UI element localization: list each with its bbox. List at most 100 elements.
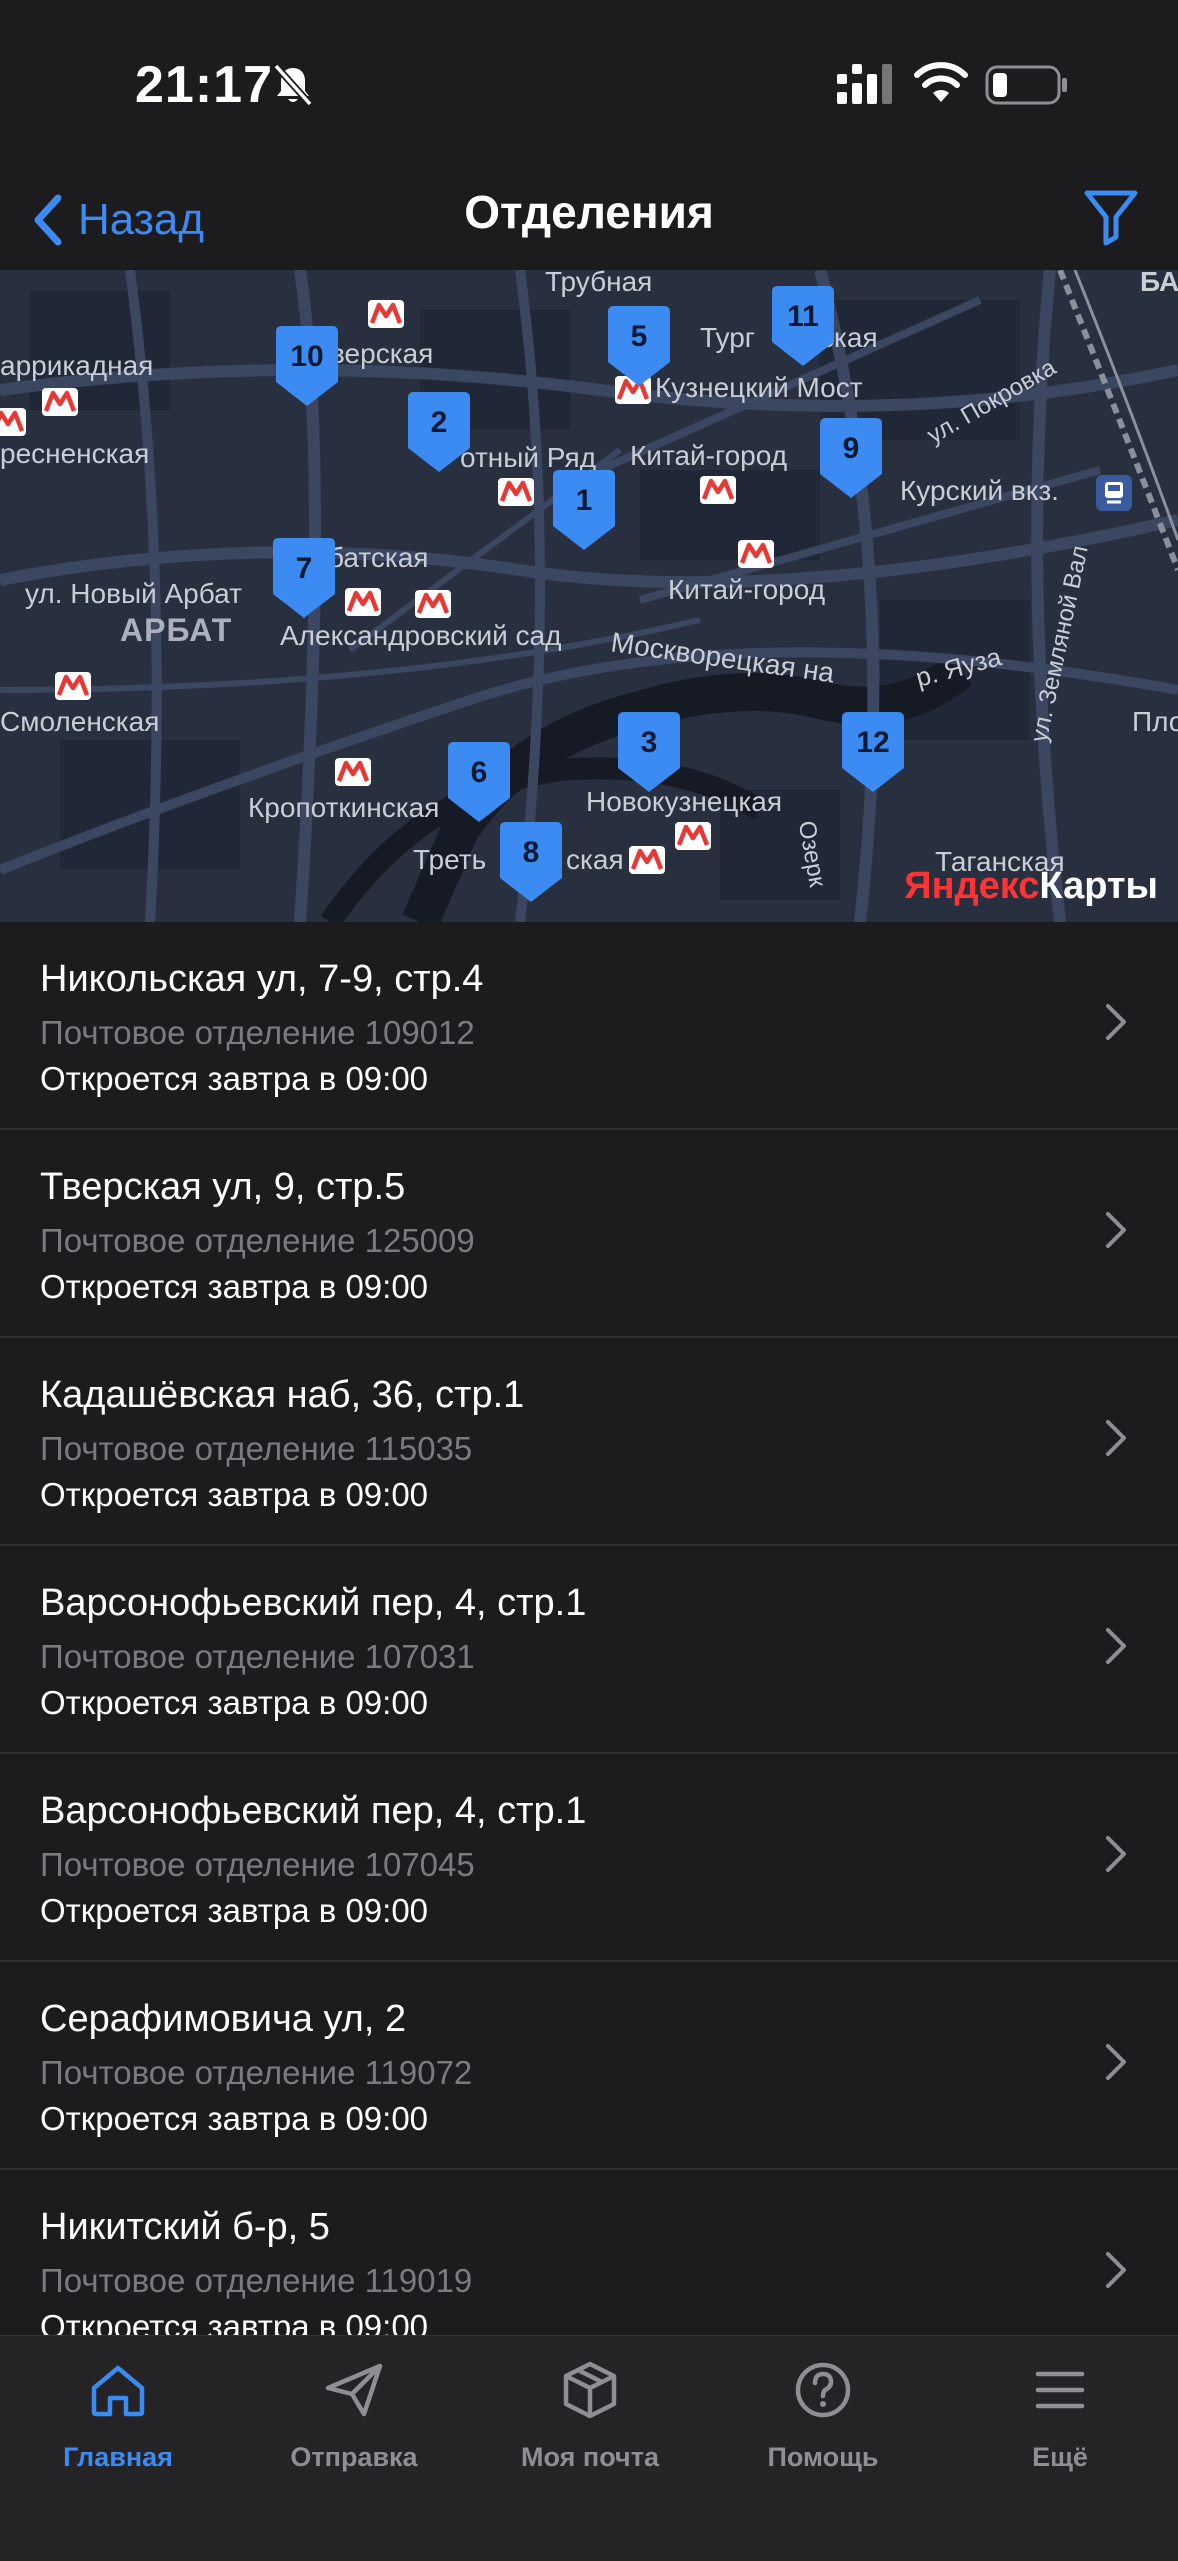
metro-icon: [700, 476, 736, 504]
office-number: Почтовое отделение 119072: [40, 2054, 473, 2091]
chevron-right-icon: [1106, 1836, 1126, 1872]
metro-icon: [368, 300, 404, 328]
office-address: Варсонофьевский пер, 4, стр.1: [40, 1582, 587, 1624]
tab-send[interactable]: Отправка: [236, 2358, 472, 2473]
tab-my-mail[interactable]: Моя почта: [472, 2358, 708, 2473]
office-pin[interactable]: 2: [408, 392, 470, 472]
tab-bar: Главная Отправка Моя почта Помощь Ещё: [0, 2335, 1178, 2561]
office-address: Никитский б-р, 5: [40, 2206, 330, 2248]
metro-icon: [42, 388, 78, 416]
office-pin[interactable]: 10: [276, 326, 338, 406]
office-pin[interactable]: 1: [553, 470, 615, 550]
list-item[interactable]: Варсонофьевский пер, 4, стр.1 Почтовое о…: [0, 1754, 1178, 1962]
tab-label: Главная: [63, 2442, 173, 2472]
list-item[interactable]: Серафимовича ул, 2 Почтовое отделение 11…: [0, 1962, 1178, 2170]
wifi-icon: [914, 62, 968, 102]
list-item[interactable]: Никитский б-р, 5 Почтовое отделение 1190…: [0, 2170, 1178, 2335]
office-pin[interactable]: 7: [273, 538, 335, 618]
chevron-right-icon: [1106, 1420, 1126, 1456]
office-pin[interactable]: 12: [842, 712, 904, 792]
metro-icon: [55, 672, 91, 700]
map-label: Смоленская: [0, 706, 160, 737]
package-icon: [563, 2361, 617, 2419]
tab-label: Ещё: [1032, 2442, 1088, 2472]
office-pin[interactable]: 3: [618, 712, 680, 792]
map-label: ресненская: [0, 438, 150, 469]
chevron-right-icon: [1106, 2044, 1126, 2080]
office-address: Серафимовича ул, 2: [40, 1998, 407, 2040]
map-label: Тург: [700, 322, 756, 353]
map-label: Кропоткинская: [248, 792, 440, 823]
home-icon: [91, 2365, 145, 2417]
bell-muted-icon: [273, 63, 313, 107]
chevron-right-icon: [1106, 1004, 1126, 1040]
list-item[interactable]: Никольская ул, 7-9, стр.4 Почтовое отдел…: [0, 922, 1178, 1130]
office-hours: Откроется завтра в 09:00: [40, 1684, 429, 1721]
map-label: Александровский сад: [280, 620, 562, 651]
map-attribution[interactable]: ЯндексКарты: [904, 865, 1158, 908]
chevron-right-icon: [1106, 2252, 1126, 2288]
tab-label: Моя почта: [521, 2442, 659, 2472]
office-pin[interactable]: 5: [608, 306, 670, 386]
map-label: АРБАТ: [120, 612, 233, 648]
map-label: Трубная: [545, 270, 653, 297]
map-label: Китай-город: [630, 440, 788, 471]
map-label: батская: [328, 542, 429, 573]
map-label: Кузнецкий Мост: [655, 372, 863, 403]
paper-plane-icon: [325, 2363, 383, 2417]
offices-list: Никольская ул, 7-9, стр.4 Почтовое отдел…: [0, 922, 1178, 2335]
office-hours: Откроется завтра в 09:00: [40, 1060, 429, 1097]
question-circle-icon: [795, 2362, 851, 2418]
map-label: ская: [566, 844, 624, 875]
tab-more[interactable]: Ещё: [942, 2358, 1178, 2473]
office-pin[interactable]: 11: [772, 286, 834, 366]
office-pin[interactable]: 9: [820, 418, 882, 498]
metro-icon: [415, 590, 451, 618]
chevron-right-icon: [1106, 1628, 1126, 1664]
office-hours: Откроется завтра в 09:00: [40, 2308, 429, 2335]
map-label: Пло: [1132, 706, 1178, 737]
map-label: БА: [1140, 270, 1178, 297]
map-label: Новокузнецкая: [586, 786, 782, 817]
metro-icon: [498, 478, 534, 506]
status-time: 21:17: [135, 56, 273, 114]
office-pin[interactable]: 6: [448, 742, 510, 822]
tab-label: Помощь: [767, 2442, 879, 2472]
tab-home[interactable]: Главная: [0, 2358, 236, 2473]
office-number: Почтовое отделение 107045: [40, 1846, 475, 1883]
office-hours: Откроется завтра в 09:00: [40, 1892, 429, 1929]
office-number: Почтовое отделение 125009: [40, 1222, 475, 1259]
battery-icon: [985, 65, 1067, 105]
office-pin[interactable]: 8: [500, 822, 562, 902]
metro-icon: [738, 540, 774, 568]
list-item[interactable]: Варсонофьевский пер, 4, стр.1 Почтовое о…: [0, 1546, 1178, 1754]
chevron-right-icon: [1106, 1212, 1126, 1248]
office-address: Тверская ул, 9, стр.5: [40, 1166, 406, 1208]
menu-icon: [1035, 2371, 1085, 2409]
tab-label: Отправка: [290, 2442, 418, 2472]
map-label: ул. Новый Арбат: [25, 578, 242, 609]
cellular-signal-icon: [837, 64, 892, 104]
office-hours: Откроется завтра в 09:00: [40, 2100, 429, 2137]
office-number: Почтовое отделение 115035: [40, 1430, 473, 1467]
map-label: Курский вкз.: [900, 475, 1059, 506]
map-label: верская: [330, 338, 434, 369]
metro-icon: [629, 846, 665, 874]
metro-icon: [345, 588, 381, 616]
page-title: Отделения: [464, 186, 714, 238]
list-item[interactable]: Тверская ул, 9, стр.5 Почтовое отделение…: [0, 1130, 1178, 1338]
office-number: Почтовое отделение 107031: [40, 1638, 475, 1675]
office-number: Почтовое отделение 109012: [40, 1014, 475, 1051]
offices-map[interactable]: Трубная верская Тург ская аррикадная Куз…: [0, 270, 1178, 922]
map-label: Треть: [413, 844, 487, 875]
list-item[interactable]: Кадашёвская наб, 36, стр.1 Почтовое отде…: [0, 1338, 1178, 1546]
office-address: Кадашёвская наб, 36, стр.1: [40, 1374, 525, 1416]
train-station-icon: [1096, 475, 1132, 511]
tab-help[interactable]: Помощь: [705, 2358, 941, 2473]
filter-icon[interactable]: [1082, 185, 1140, 247]
map-label: аррикадная: [0, 350, 154, 381]
metro-icon: [335, 758, 371, 786]
office-hours: Откроется завтра в 09:00: [40, 1476, 429, 1513]
office-hours: Откроется завтра в 09:00: [40, 1268, 429, 1305]
map-label: Китай-город: [668, 574, 826, 605]
